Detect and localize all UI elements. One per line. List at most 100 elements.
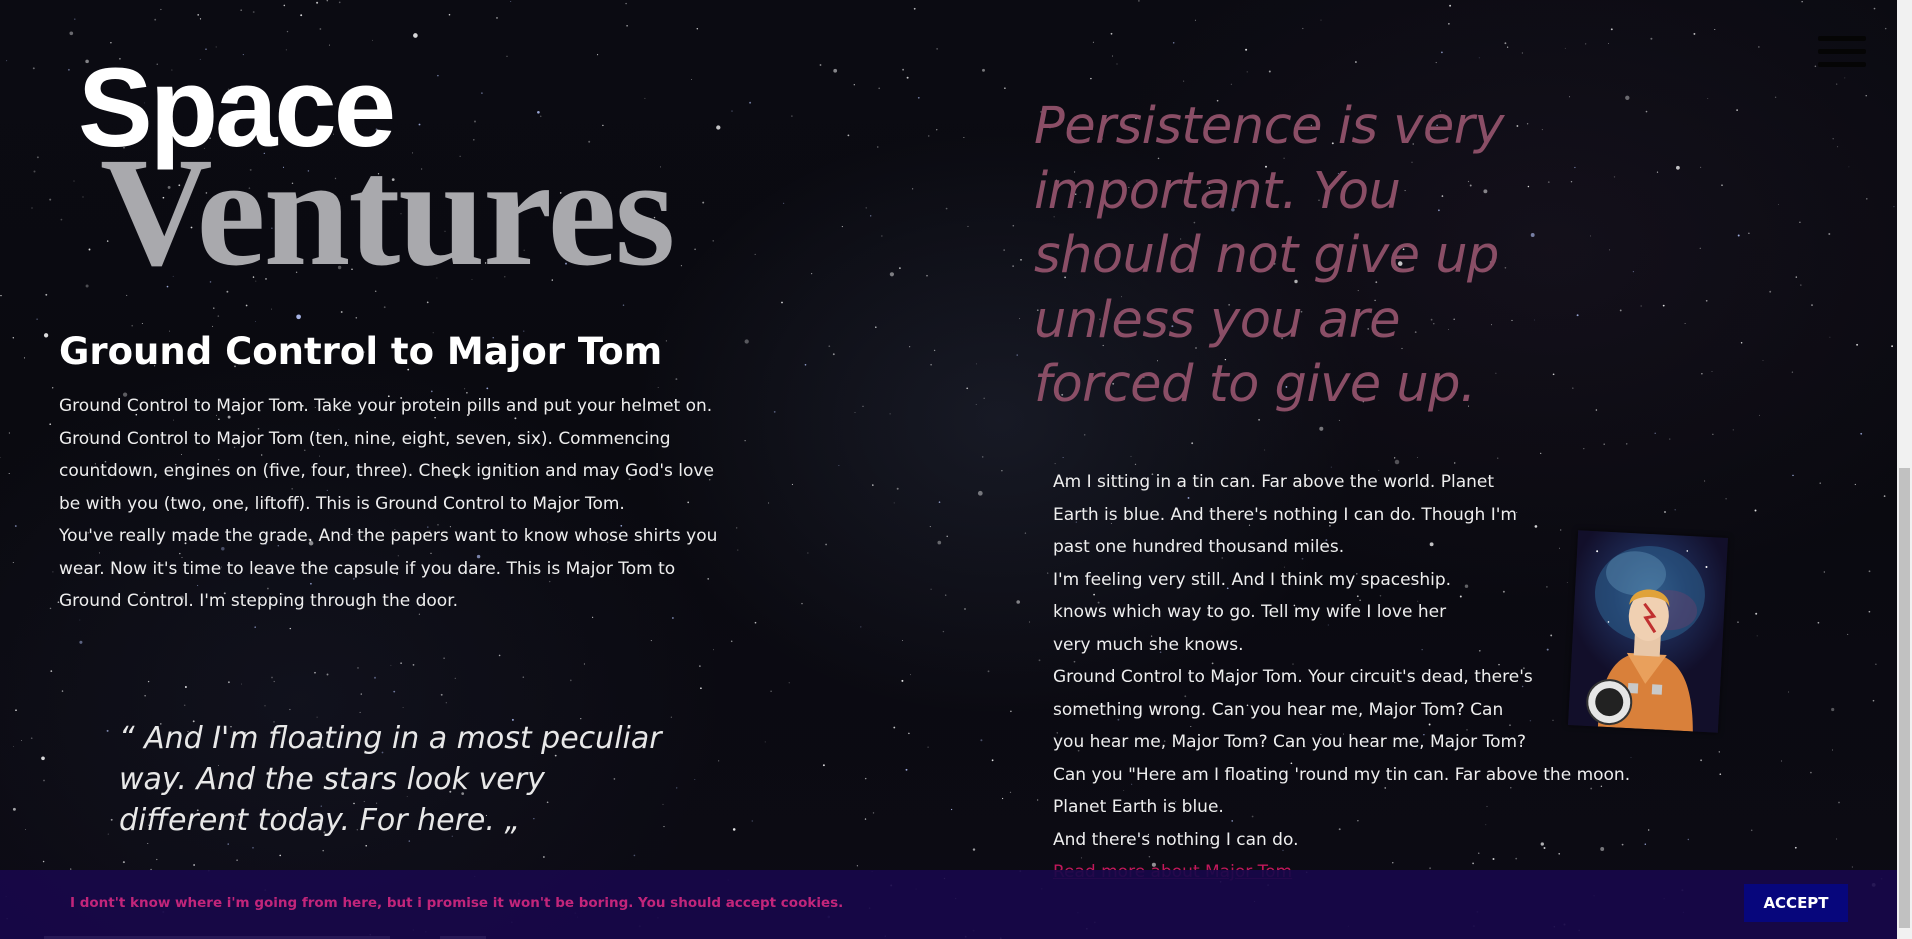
star bbox=[1138, 0, 1140, 2]
star bbox=[650, 640, 652, 642]
star bbox=[1302, 27, 1304, 30]
star bbox=[1019, 318, 1021, 320]
star bbox=[147, 843, 149, 844]
star bbox=[1707, 97, 1709, 100]
star bbox=[694, 779, 696, 780]
star bbox=[360, 693, 362, 695]
star bbox=[1002, 797, 1004, 800]
hamburger-menu-icon[interactable] bbox=[1818, 32, 1866, 68]
star bbox=[1823, 571, 1825, 573]
persistence-quote: Persistence is very important. You shoul… bbox=[1034, 97, 1504, 414]
star bbox=[264, 705, 266, 707]
star bbox=[1725, 498, 1727, 500]
star bbox=[437, 74, 439, 77]
star bbox=[912, 188, 914, 190]
star bbox=[23, 357, 26, 359]
star bbox=[52, 387, 54, 389]
star bbox=[359, 711, 361, 713]
star bbox=[1183, 80, 1185, 82]
intro-paragraph-1: Ground Control to Major Tom. Take your p… bbox=[59, 396, 714, 514]
star bbox=[426, 301, 429, 304]
star bbox=[1478, 57, 1480, 59]
star bbox=[1893, 205, 1895, 208]
star bbox=[1792, 474, 1794, 477]
star bbox=[316, 1, 319, 4]
star bbox=[1732, 429, 1734, 431]
star bbox=[300, 14, 303, 17]
star bbox=[791, 115, 793, 117]
star bbox=[33, 170, 36, 173]
star bbox=[252, 11, 255, 13]
star bbox=[1748, 232, 1750, 235]
star bbox=[1416, 457, 1418, 459]
star bbox=[30, 737, 33, 740]
star bbox=[14, 525, 17, 527]
star bbox=[36, 318, 38, 320]
star bbox=[699, 665, 701, 667]
star bbox=[1883, 495, 1886, 497]
star bbox=[481, 92, 483, 94]
star bbox=[972, 848, 976, 851]
star bbox=[633, 854, 636, 857]
star bbox=[1010, 710, 1012, 713]
star bbox=[764, 741, 766, 743]
star bbox=[110, 818, 113, 821]
star bbox=[1607, 43, 1609, 44]
star bbox=[773, 411, 776, 413]
star bbox=[1448, 23, 1450, 25]
star bbox=[183, 704, 186, 707]
star bbox=[0, 457, 1, 458]
star bbox=[977, 490, 983, 496]
star bbox=[1736, 109, 1738, 111]
star bbox=[1791, 371, 1794, 373]
star bbox=[50, 670, 53, 672]
star bbox=[1640, 305, 1642, 307]
star bbox=[1740, 341, 1743, 344]
star bbox=[372, 39, 373, 41]
star bbox=[12, 807, 16, 811]
star bbox=[1246, 71, 1248, 73]
star bbox=[1817, 621, 1820, 624]
star bbox=[945, 207, 948, 210]
star bbox=[1800, 284, 1802, 286]
star bbox=[841, 226, 843, 228]
star bbox=[1836, 83, 1838, 85]
star bbox=[930, 588, 932, 590]
accept-cookies-button[interactable]: ACCEPT bbox=[1744, 884, 1848, 922]
star bbox=[1795, 276, 1798, 278]
star bbox=[383, 306, 386, 309]
star bbox=[1047, 572, 1049, 574]
star bbox=[938, 501, 941, 503]
star bbox=[539, 115, 542, 118]
star bbox=[946, 535, 948, 538]
star bbox=[1794, 846, 1797, 849]
star bbox=[271, 308, 272, 310]
star bbox=[144, 695, 146, 697]
star bbox=[1258, 418, 1261, 421]
star bbox=[255, 321, 257, 323]
star bbox=[454, 677, 456, 680]
star bbox=[967, 225, 969, 227]
star bbox=[754, 621, 757, 624]
star bbox=[731, 110, 733, 112]
star bbox=[147, 680, 150, 683]
star bbox=[749, 101, 752, 104]
star bbox=[74, 18, 76, 20]
star bbox=[983, 397, 985, 399]
star bbox=[25, 828, 27, 830]
star bbox=[1090, 77, 1092, 80]
star bbox=[1092, 41, 1094, 43]
star bbox=[1656, 171, 1659, 173]
star bbox=[85, 284, 89, 288]
scrollbar-thumb[interactable] bbox=[1899, 468, 1910, 928]
star bbox=[1354, 61, 1357, 63]
star bbox=[340, 311, 343, 313]
star bbox=[936, 48, 938, 50]
star bbox=[1750, 829, 1753, 832]
star bbox=[982, 68, 985, 72]
star bbox=[6, 60, 8, 62]
star bbox=[1856, 343, 1859, 346]
star bbox=[928, 135, 930, 137]
open-quote-mark: “ bbox=[119, 721, 135, 756]
star bbox=[252, 846, 254, 849]
